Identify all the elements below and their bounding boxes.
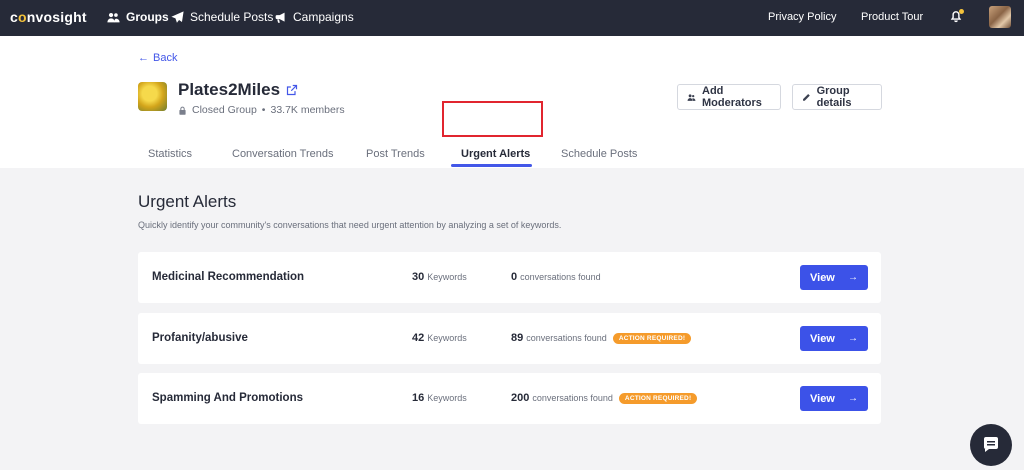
arrow-left-icon: ←	[138, 52, 149, 64]
nav-campaigns-label: Campaigns	[293, 10, 354, 24]
conversation-count-label: conversations found	[532, 393, 613, 403]
view-button-label: View	[810, 271, 835, 284]
highlight-box	[442, 101, 543, 137]
alert-name: Medicinal Recommendation	[152, 271, 305, 283]
alert-name: Spamming And Promotions	[152, 392, 303, 404]
tab-statistics[interactable]: Statistics	[148, 148, 192, 160]
view-button-label: View	[810, 392, 835, 405]
keyword-count-value: 16	[412, 392, 425, 404]
add-moderators-button[interactable]: Add Moderators	[677, 84, 781, 110]
paper-plane-icon	[171, 10, 184, 23]
group-details-button[interactable]: Group details	[792, 84, 882, 110]
conversation-count-value: 200	[511, 392, 530, 404]
conversation-count-label: conversations found	[526, 333, 607, 343]
megaphone-icon	[275, 12, 285, 23]
conversation-count-label: conversations found	[520, 272, 601, 282]
conversation-count: 200 conversations found ACTION REQUIRED!	[511, 392, 698, 404]
top-navigation: convosight Groups Schedule Posts Campaig…	[0, 0, 1024, 36]
keyword-count-value: 30	[412, 271, 425, 283]
tab-post-trends[interactable]: Post Trends	[366, 148, 425, 160]
nav-schedule-posts-label: Schedule Posts	[190, 10, 274, 24]
external-link-icon[interactable]	[286, 84, 298, 96]
groups-icon	[107, 12, 120, 22]
notification-dot	[959, 9, 964, 14]
tab-bar: Statistics Conversation Trends Post Tren…	[0, 146, 1024, 168]
view-button[interactable]: View →	[800, 326, 868, 351]
tab-schedule-posts[interactable]: Schedule Posts	[561, 148, 637, 160]
action-required-badge: ACTION REQUIRED!	[618, 392, 698, 404]
alert-card: Spamming And Promotions 16 Keywords 200 co…	[138, 373, 881, 424]
action-required-badge: ACTION REQUIRED!	[612, 332, 692, 344]
back-link[interactable]: ← Back	[138, 52, 177, 64]
keyword-count-label: Keywords	[427, 333, 467, 343]
view-button[interactable]: View →	[800, 265, 868, 290]
notifications-bell[interactable]	[949, 9, 965, 25]
keyword-count-label: Keywords	[427, 393, 467, 403]
add-moderators-label: Add Moderators	[702, 85, 762, 109]
privacy-policy-link[interactable]: Privacy Policy	[768, 11, 836, 23]
conversation-count-value: 0	[511, 271, 518, 283]
arrow-right-icon: →	[848, 272, 858, 283]
tab-conversation-trends[interactable]: Conversation Trends	[232, 148, 334, 160]
active-tab-indicator	[451, 164, 532, 167]
alert-name: Profanity/abusive	[152, 332, 248, 344]
nav-campaigns[interactable]: Campaigns	[274, 10, 354, 24]
nav-groups-label: Groups	[126, 10, 169, 24]
section-title: Urgent Alerts	[138, 192, 237, 211]
back-label: Back	[153, 52, 178, 64]
lock-icon	[179, 106, 186, 115]
conversation-count: 0 conversations found	[511, 271, 601, 283]
section-description: Quickly identify your community's conver…	[138, 220, 562, 230]
alert-card: Medicinal Recommendation 30 Keywords 0 con…	[138, 252, 881, 303]
convosight-logo[interactable]: convosight	[10, 9, 87, 25]
group-title: Plates2Miles	[178, 80, 298, 100]
nav-groups[interactable]: Groups	[107, 10, 169, 24]
keyword-count: 42 Keywords	[412, 332, 467, 344]
conversation-count: 89 conversations found ACTION REQUIRED!	[511, 332, 692, 344]
view-button-label: View	[810, 332, 835, 345]
keyword-count: 16 Keywords	[412, 392, 467, 404]
chat-icon	[984, 437, 998, 452]
group-type: Closed Group	[192, 104, 257, 116]
group-meta: Closed Group • 33.7K members	[178, 104, 345, 116]
group-details-label: Group details	[816, 85, 852, 109]
group-name-text: Plates2Miles	[178, 80, 281, 99]
conversation-count-value: 89	[511, 332, 524, 344]
arrow-right-icon: →	[848, 393, 858, 404]
tab-urgent-alerts[interactable]: Urgent Alerts	[461, 148, 530, 160]
users-icon	[687, 93, 696, 101]
meta-separator: •	[261, 104, 266, 116]
view-button[interactable]: View →	[800, 386, 868, 411]
alert-card: Profanity/abusive 42 Keywords 89 conversat…	[138, 313, 881, 364]
chat-button[interactable]	[970, 424, 1012, 466]
keyword-count-value: 42	[412, 332, 425, 344]
product-tour-link[interactable]: Product Tour	[861, 11, 923, 23]
pencil-icon	[803, 93, 810, 101]
group-thumbnail	[138, 82, 167, 111]
keyword-count-label: Keywords	[427, 272, 467, 282]
member-count: 33.7K members	[270, 104, 345, 116]
arrow-right-icon: →	[848, 333, 858, 344]
user-avatar[interactable]	[989, 6, 1011, 28]
nav-schedule-posts[interactable]: Schedule Posts	[171, 10, 273, 24]
keyword-count: 30 Keywords	[412, 271, 467, 283]
